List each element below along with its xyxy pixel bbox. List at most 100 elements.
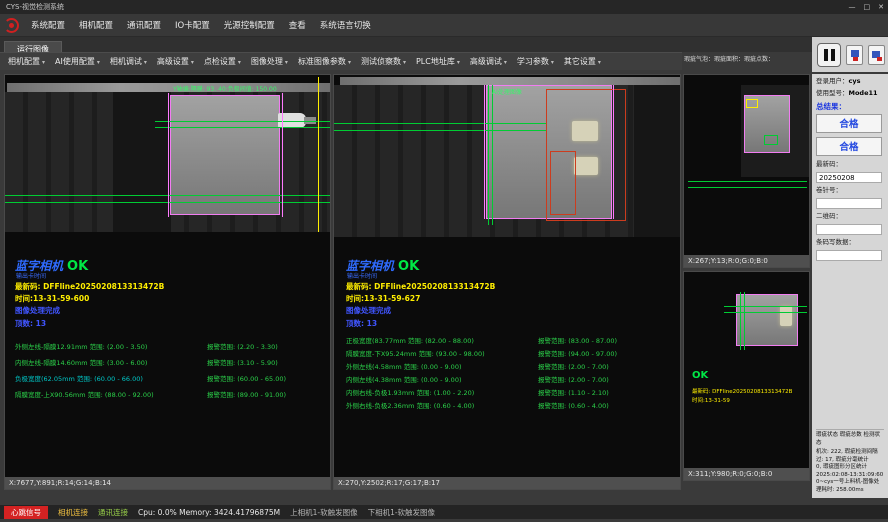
measurement-row: 外侧右线-负极2.36mm 范围: (0.60 - 4.00) 报警范围: (0… [346,400,676,413]
camera-view-small-bottom[interactable]: OK 最新码: DFFline2025020813313472B 时间:13-3… [683,271,810,481]
camera-icon [851,50,859,57]
camera-view-small-top[interactable]: X:267;Y:13;R:0;G:0;B:0 [683,74,810,268]
qrcode-field[interactable] [816,224,882,235]
minimize-button[interactable]: — [849,0,856,14]
toolbar-item[interactable]: 学习参数▾ [512,56,559,67]
time-line: 时间:13-31-59 [692,397,730,405]
measurement-list: 正极宽度(83.77mm 范围: (82.00 - 88.00) 报警范围: (… [346,335,676,413]
write-data-field[interactable] [816,250,882,261]
title-bar: CYS-视觉检测系统 — □ ✕ [0,0,888,14]
result-box: 合格 [816,137,882,156]
model-label: 使用型号： [816,89,849,97]
toolbar-item[interactable]: 点检设置▾ [199,56,246,67]
time-line: 时间:13-31-59-600 [15,293,89,304]
chevron-down-icon: ▾ [348,59,351,66]
app-window: CYS-视觉检测系统 — □ ✕ 系统配置相机配置通讯配置IO卡配置光源控制配置… [0,0,888,522]
chevron-down-icon: ▾ [551,59,554,66]
capture-tool-button[interactable] [868,45,885,65]
defect-counters-label: 瑕疵气泡：瑕疵面积：瑕疵点数： [684,56,811,64]
menu-items: 系统配置相机配置通讯配置IO卡配置光源控制配置查看系统语言切换 [24,13,378,37]
barcode-line: 最新码: DFFline2025020813313472B [346,281,495,292]
camera-tool-button[interactable] [846,45,863,65]
login-user-label: 登录用户： [816,77,849,85]
result-subtitle: 输出卡时间 [16,271,46,280]
menu-item[interactable]: IO卡配置 [168,21,217,31]
measurement-row: 正极宽度(83.77mm 范围: (82.00 - 88.00) 报警范围: (… [346,335,676,348]
close-button[interactable]: ✕ [878,0,884,14]
heartbeat-badge: 心跳信号 [4,506,48,519]
menu-bar: 系统配置相机配置通讯配置IO卡配置光源控制配置查看系统语言切换 [0,14,888,37]
latest-code-field[interactable]: 20250208 [816,172,882,183]
result-ok-badge: OK [398,259,419,274]
measurement-row: 外侧左线(4.58mm 范围: (0.00 - 9.00) 报警范围: (2.0… [346,361,676,374]
upper-camera-trigger-label: 上相机1-软触发图像 [290,507,357,518]
toolbar-item[interactable]: 其它设置▾ [559,56,606,67]
camera-view-left[interactable]: Y轴编:隔膜: 93. 40:负极间值: 150.00 蓝字相机OK 输出卡时间… [4,74,331,490]
toolbar-item[interactable]: 高级调试▾ [465,56,512,67]
cpu-memory-readout: Cpu: 0.0% Memory: 3424.41796875M [138,508,280,517]
lower-camera-trigger-label: 下相机1-软触发图像 [368,507,435,518]
toolbar-item[interactable]: 高级设置▾ [152,56,199,67]
chevron-down-icon: ▾ [504,59,507,66]
toolbar-item[interactable]: PLC地址库▾ [411,56,465,67]
menu-item[interactable]: 光源控制配置 [217,21,282,31]
info-panel: 登录用户：cys 使用型号：Mode11 总结果： 合格合格 最新码： 2025… [812,74,888,498]
window-title: CYS-视觉检测系统 [6,3,64,11]
toolbar-item[interactable]: 标准图像参数▾ [293,56,356,67]
chevron-down-icon: ▾ [403,59,406,66]
stats-line: 0~cys一号上料机-图像处理耗时: 258.00ms [816,479,884,494]
trigger-line [318,77,319,232]
barcode-line: 最新码: DFFline2025020813313472B [692,388,792,396]
chevron-down-icon: ▾ [97,59,100,66]
stats-line: 0, 瑕疵图形分区统计 [816,464,884,472]
measure-line [155,121,331,122]
latest-code-label: 最新码： [816,160,885,169]
measurement-row: 隔膜宽度-上X90.56mm 范围: (88.00 - 92.00) 报警范围:… [15,387,326,403]
maximize-button[interactable]: □ [864,0,871,14]
tab-row: 运行图像 [0,37,888,52]
measurement-row: 负极宽度(62.05mm 范围: (60.00 - 66.00) 报警范围: (… [15,371,326,387]
toolbar-item[interactable]: 图像处理▾ [246,56,293,67]
toolbar-item[interactable]: 相机调试▾ [105,56,152,67]
toolbar-items: 相机配置▾ AI使用配置▾ 相机调试▾ 高级设置▾ 点检设置▾ [3,56,606,67]
result-box-list: 合格合格 [816,114,885,156]
measurement-row: 外侧左线-隔膜12.91mm 范围: (2.00 - 3.50) 报警范围: (… [15,339,326,355]
toolbar-item[interactable]: 相机配置▾ [3,56,50,67]
camera-view-middle[interactable]: AI处理图像 蓝字相机OK 输出卡时间 最新码: DFFline20250208… [333,74,681,490]
scene-annotation: Y轴编:隔膜: 93. 40:负极间值: 150.00 [173,84,277,93]
result-subtitle: 输出卡时间 [347,271,377,280]
winding-pin-field[interactable] [816,198,882,209]
run-control-zone [812,37,888,72]
chevron-down-icon: ▾ [144,59,147,66]
pixel-readout: X:267;Y:13;R:0;G:0;B:0 [684,255,809,267]
menu-item[interactable]: 通讯配置 [120,21,168,31]
qrcode-label: 二维码： [816,212,885,221]
camera-connection-status: 相机连接 [58,507,88,518]
menu-item[interactable]: 查看 [282,21,313,31]
write-data-label: 条码写数据： [816,238,885,247]
stats-header: 瑕疵状态 瑕疵总数 检测状态 [816,429,884,447]
menu-item[interactable]: 系统语言切换 [313,21,378,31]
chevron-down-icon: ▾ [238,59,241,66]
pause-button[interactable] [817,43,841,67]
measurement-list: 外侧左线-隔膜12.91mm 范围: (2.00 - 3.50) 报警范围: (… [15,339,326,403]
menu-item[interactable]: 系统配置 [24,21,72,31]
barcode-line: 最新码: DFFline2025020813313472B [15,281,164,292]
comm-connection-status: 通讯连接 [98,507,128,518]
status-bar: 心跳信号 相机连接 通讯连接 Cpu: 0.0% Memory: 3424.41… [0,505,888,519]
app-logo-icon [4,18,19,33]
count-line: 顶数: 13 [15,318,46,329]
process-done-line: 图像处理完成 [15,305,60,316]
product-region [170,95,280,215]
measurement-row: 内侧左线(4.38mm 范围: (0.00 - 9.00) 报警范围: (2.0… [346,374,676,387]
chevron-down-icon: ▾ [191,59,194,66]
toolbar-item[interactable]: 测试侦察数▾ [356,56,411,67]
chevron-down-icon: ▾ [457,59,460,66]
pause-icon [824,49,828,61]
winding-pin-label: 卷针号： [816,186,885,195]
toolbar-item[interactable]: AI使用配置▾ [50,56,105,67]
stats-lines: 机次: 222, 瑕疵检测间隔过: 17, 瑕疵分毫统计0, 瑕疵图形分区统计2… [816,449,884,494]
time-line: 时间:13-31-59-627 [346,293,420,304]
result-ok-badge: OK [67,259,88,274]
menu-item[interactable]: 相机配置 [72,21,120,31]
